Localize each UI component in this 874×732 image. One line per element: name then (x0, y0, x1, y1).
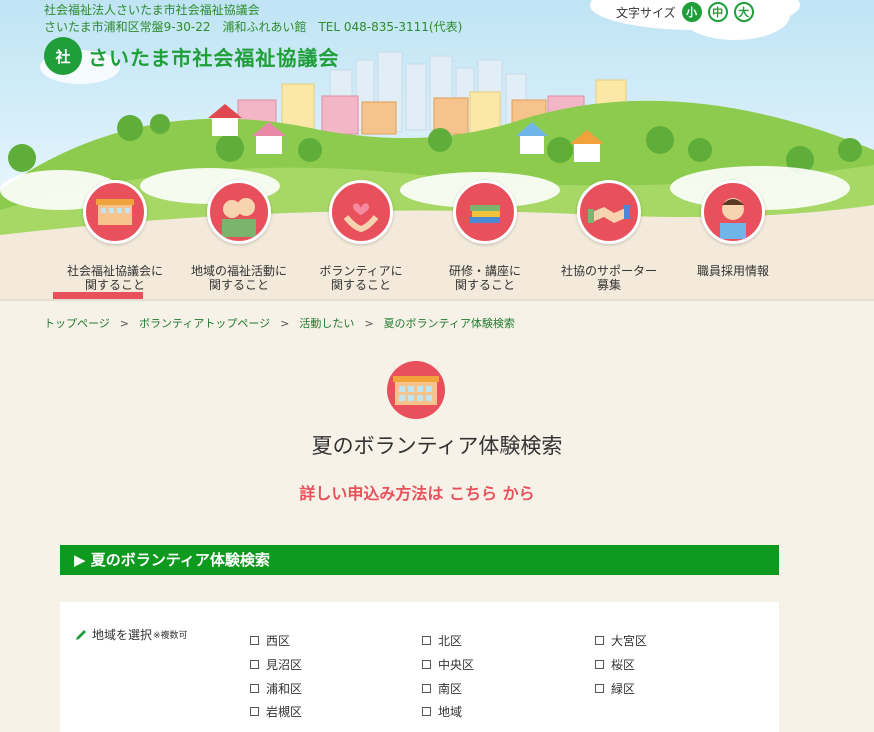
breadcrumb-separator: > (119, 317, 129, 330)
region-checkbox-minami[interactable]: 南区 (422, 680, 462, 697)
checkbox-box[interactable] (595, 636, 604, 645)
breadcrumb-want-to-act[interactable]: 活動したい (299, 317, 354, 330)
nav-label-line1: ボランティアに (319, 264, 403, 278)
nav-item-volunteer[interactable]: ボランティアに 関すること (296, 180, 426, 292)
checkbox-label: 大宮区 (611, 634, 648, 648)
search-panel: 地域を選択 ※複数可 西区 北区 大宮区 見沼区 中央区 桜区 浦和区 南区 緑区… (60, 602, 779, 732)
region-checkbox-urawa[interactable]: 浦和区 (250, 680, 302, 697)
site-logo[interactable]: 社 さいたま市社会福祉協議会 (44, 37, 339, 75)
staff-icon (701, 180, 765, 244)
nav-item-training[interactable]: 研修・講座に 関すること (420, 180, 550, 292)
breadcrumb-volunteer-top[interactable]: ボランティアトップページ (139, 317, 270, 330)
region-note: ※複数可 (153, 631, 188, 641)
nav-item-recruit[interactable]: 職員採用情報 (668, 180, 798, 278)
checkbox-box[interactable] (250, 707, 259, 716)
building-icon (83, 180, 147, 244)
region-label-text: 地域を選択 (92, 628, 153, 642)
font-size-large-button[interactable]: 大 (733, 2, 754, 22)
breadcrumb-top[interactable]: トップページ (44, 317, 110, 330)
region-checkbox-sakura[interactable]: 桜区 (595, 656, 635, 673)
breadcrumb: トップページ > ボランティアトップページ > 活動したい > 夏のボランティア体験検索 (44, 315, 515, 331)
page-title: 夏のボランティア体験検索 (311, 434, 563, 458)
nav-label-line2: 関すること (84, 278, 145, 292)
region-checkbox-area[interactable]: 地域 (422, 703, 462, 720)
region-checkbox-kita[interactable]: 北区 (422, 632, 462, 649)
nav-item-community[interactable]: 地域の福祉活動に 関すること (174, 180, 304, 292)
checkbox-label: 北区 (438, 634, 463, 648)
region-checkbox-chuo[interactable]: 中央区 (422, 656, 474, 673)
nav-label-line2: 関すること (454, 278, 515, 292)
handshake-icon (577, 180, 641, 244)
checkbox-box[interactable] (422, 660, 431, 669)
breadcrumb-separator: > (280, 317, 290, 330)
font-size-small-button[interactable]: 小 (681, 2, 702, 22)
main-nav: 社会福祉協議会に 関すること 地域の福祉活動に 関すること ボランティアに 関すること… (50, 180, 830, 298)
font-size-switcher: 文字サイズ 小 中 大 (616, 2, 760, 22)
nav-label-line2: 関すること (330, 278, 391, 292)
region-checkbox-iwatsuki[interactable]: 岩槻区 (250, 703, 302, 720)
people-icon (207, 180, 271, 244)
checkbox-label: 中央区 (438, 658, 475, 672)
logo-text: さいたま市社会福祉協議会 (88, 45, 340, 70)
font-size-label: 文字サイズ (616, 5, 676, 20)
nav-label-line1: 社会福祉協議会に (66, 264, 163, 278)
org-address: さいたま市浦和区常盤9-30-22 浦和ふれあい館 TEL 048-835-31… (44, 20, 463, 34)
checkbox-label: 浦和区 (266, 682, 303, 696)
region-checkbox-minuma[interactable]: 見沼区 (250, 656, 302, 673)
checkbox-label: 南区 (438, 682, 463, 696)
breadcrumb-separator: > (364, 317, 374, 330)
checkbox-label: 地域 (438, 705, 463, 719)
checkbox-label: 見沼区 (266, 658, 303, 672)
nav-divider (0, 299, 874, 301)
nav-label-line2: 募集 (596, 278, 621, 292)
heart-hands-icon (329, 180, 393, 244)
checkbox-label: 岩槻区 (266, 705, 303, 719)
nav-label-line1: 研修・講座に (448, 264, 521, 278)
region-checkbox-nishi[interactable]: 西区 (250, 632, 290, 649)
apply-method-link[interactable]: 詳しい申込み方法は こちら から (0, 480, 834, 504)
region-checkbox-omiya[interactable]: 大宮区 (595, 632, 647, 649)
checkbox-box[interactable] (250, 684, 259, 693)
checkbox-box[interactable] (595, 684, 604, 693)
region-label: 地域を選択 ※複数可 (74, 626, 188, 643)
checkbox-box[interactable] (422, 707, 431, 716)
pencil-icon (76, 629, 86, 640)
nav-label-line1: 職員採用情報 (696, 264, 769, 278)
nav-label-line1: 地域の福祉活動に (190, 264, 287, 278)
font-size-medium-button[interactable]: 中 (707, 2, 728, 22)
nav-label-line1: 社協のサポーター (560, 264, 657, 278)
section-header: ▶ 夏のボランティア体験検索 (60, 545, 779, 575)
org-info: 社会福祉法人さいたま市社会福祉協議会 さいたま市浦和区常盤9-30-22 浦和ふ… (44, 2, 462, 36)
books-icon (453, 180, 517, 244)
checkbox-box[interactable] (422, 684, 431, 693)
checkbox-label: 緑区 (611, 682, 636, 696)
checkbox-box[interactable] (250, 660, 259, 669)
logo-mark-icon: 社 (44, 37, 82, 75)
checkbox-box[interactable] (422, 636, 431, 645)
org-name: 社会福祉法人さいたま市社会福祉協議会 (44, 3, 260, 17)
checkbox-box[interactable] (250, 636, 259, 645)
nav-label-line2: 関すること (208, 278, 269, 292)
page-building-icon (387, 361, 445, 419)
region-checkbox-midori[interactable]: 緑区 (595, 680, 635, 697)
nav-item-supporter[interactable]: 社協のサポーター 募集 (544, 180, 674, 292)
checkbox-box[interactable] (595, 660, 604, 669)
nav-item-council[interactable]: 社会福祉協議会に 関すること (50, 180, 180, 292)
breadcrumb-current: 夏のボランティア体験検索 (383, 317, 515, 330)
checkbox-label: 西区 (266, 634, 291, 648)
checkbox-label: 桜区 (611, 658, 636, 672)
